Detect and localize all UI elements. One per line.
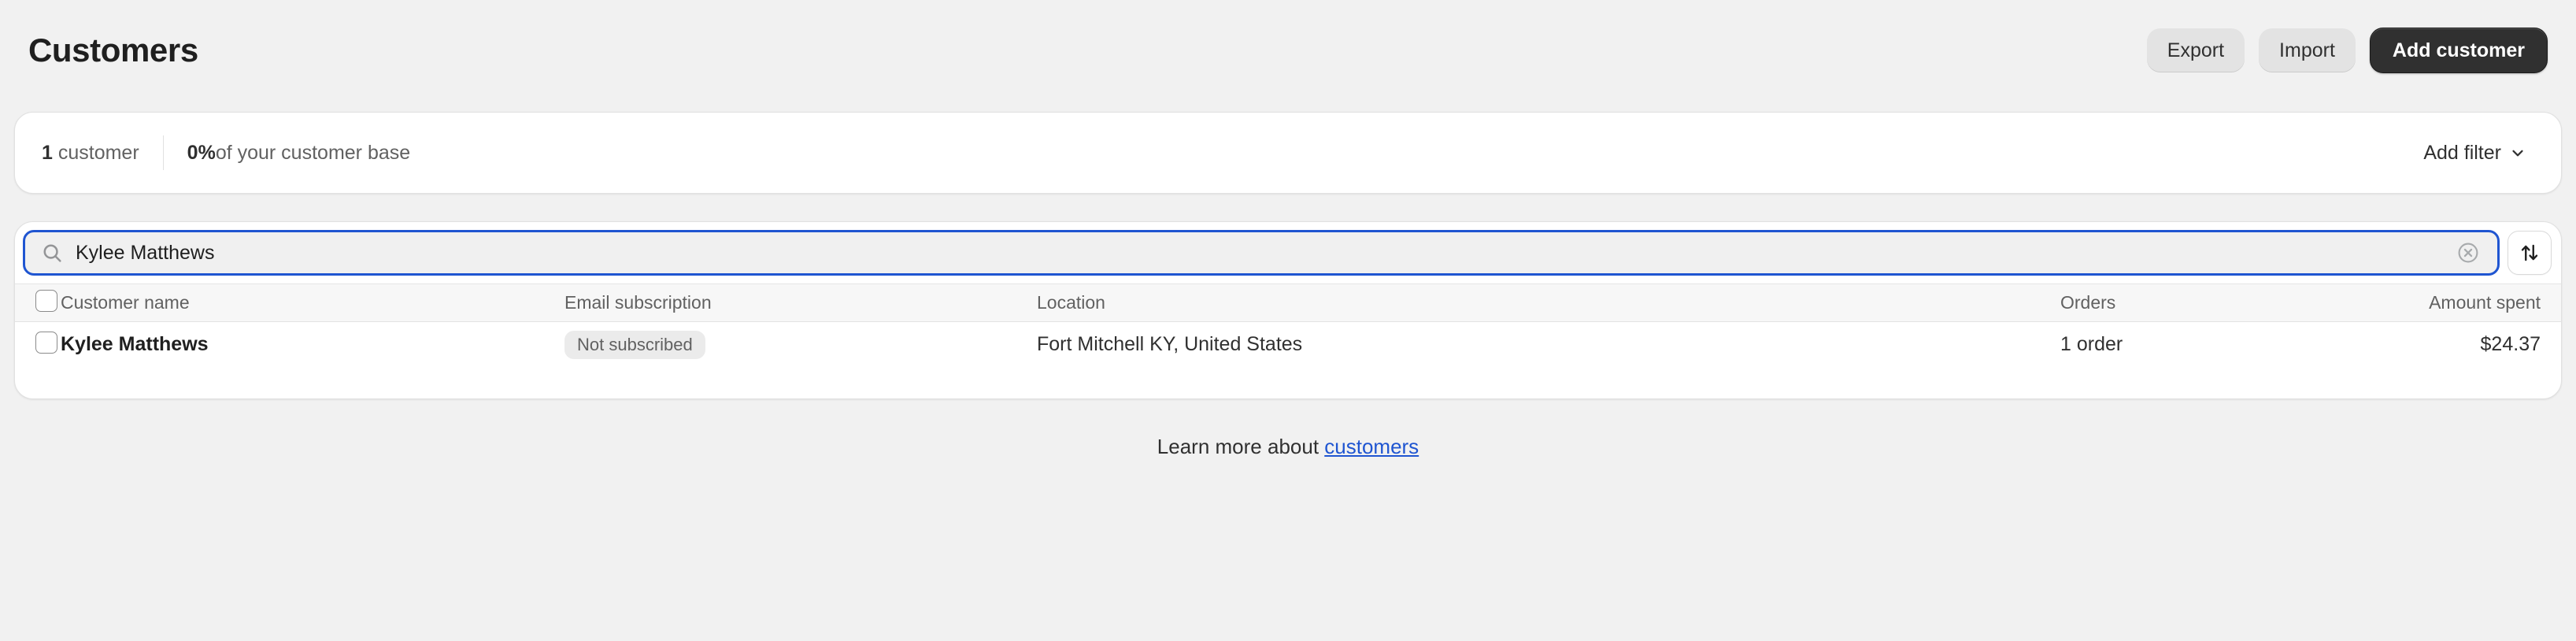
cell-amount-spent: $24.37 bbox=[2320, 321, 2561, 368]
column-header-amount-spent[interactable]: Amount spent bbox=[2320, 283, 2561, 322]
sort-button[interactable] bbox=[2508, 231, 2552, 275]
add-filter-button[interactable]: Add filter bbox=[2415, 137, 2534, 169]
search-icon bbox=[41, 242, 63, 264]
import-button[interactable]: Import bbox=[2259, 28, 2356, 72]
table-header: Customer name Email subscription Locatio… bbox=[15, 283, 2561, 322]
customer-count-value: 1 bbox=[42, 141, 53, 164]
select-all-checkbox[interactable] bbox=[35, 289, 57, 312]
location-text: Fort Mitchell KY, United States bbox=[1037, 333, 1303, 356]
summary-stats: 1 customer 0% of your customer base bbox=[39, 132, 434, 174]
customer-base-label: of your customer base bbox=[215, 141, 411, 164]
cell-customer-name: Kylee Matthews bbox=[61, 321, 564, 368]
amount-spent-text: $24.37 bbox=[2480, 333, 2541, 356]
sort-arrows-icon bbox=[2519, 242, 2541, 264]
customer-base-stat: 0% of your customer base bbox=[162, 135, 434, 170]
summary-card: 1 customer 0% of your customer base Add … bbox=[14, 112, 2562, 194]
select-all-header bbox=[15, 283, 61, 322]
clear-search-icon[interactable] bbox=[2456, 241, 2480, 265]
column-header-customer-name[interactable]: Customer name bbox=[61, 283, 564, 322]
table-header-row: Customer name Email subscription Locatio… bbox=[15, 283, 2561, 322]
add-filter-label: Add filter bbox=[2423, 141, 2501, 164]
learn-more-footer: Learn more about customers bbox=[0, 435, 2576, 459]
row-select-cell bbox=[15, 321, 61, 368]
customers-page: Customers Export Import Add customer 1 c… bbox=[0, 0, 2576, 641]
customers-table: Customer name Email subscription Locatio… bbox=[15, 283, 2561, 368]
cell-email-subscription: Not subscribed bbox=[564, 321, 1037, 368]
column-header-location[interactable]: Location bbox=[1037, 283, 2060, 322]
export-button[interactable]: Export bbox=[2146, 28, 2245, 72]
learn-more-text: Learn more about bbox=[1157, 435, 1325, 458]
search-field[interactable]: Kylee Matthews bbox=[23, 230, 2500, 276]
page-header: Customers Export Import Add customer bbox=[0, 0, 2576, 101]
column-header-orders[interactable]: Orders bbox=[2060, 283, 2320, 322]
customers-help-link[interactable]: customers bbox=[1324, 435, 1419, 458]
cell-orders: 1 order bbox=[2060, 321, 2320, 368]
row-checkbox[interactable] bbox=[35, 331, 57, 354]
add-customer-button[interactable]: Add customer bbox=[2369, 28, 2548, 73]
search-input[interactable]: Kylee Matthews bbox=[76, 243, 2456, 263]
column-header-email-subscription[interactable]: Email subscription bbox=[564, 283, 1037, 322]
customer-base-percent: 0% bbox=[187, 141, 216, 164]
table-row[interactable]: Kylee Matthews Not subscribed Fort Mitch… bbox=[15, 321, 2561, 368]
table-body: Kylee Matthews Not subscribed Fort Mitch… bbox=[15, 321, 2561, 368]
chevron-down-icon bbox=[2509, 144, 2526, 161]
cell-location: Fort Mitchell KY, United States bbox=[1037, 321, 2060, 368]
header-actions: Export Import Add customer bbox=[2146, 28, 2548, 73]
customer-count-stat: 1 customer bbox=[39, 143, 163, 163]
customers-table-card: Kylee Matthews Customer name Email subsc… bbox=[14, 221, 2562, 399]
customer-name-link[interactable]: Kylee Matthews bbox=[61, 333, 209, 355]
orders-text: 1 order bbox=[2060, 333, 2123, 356]
search-input-wrapper[interactable]: Kylee Matthews bbox=[23, 230, 2500, 276]
status-badge: Not subscribed bbox=[564, 330, 705, 359]
customer-count-label: customer bbox=[52, 141, 139, 164]
page-title: Customers bbox=[28, 31, 198, 69]
search-row: Kylee Matthews bbox=[15, 222, 2561, 283]
